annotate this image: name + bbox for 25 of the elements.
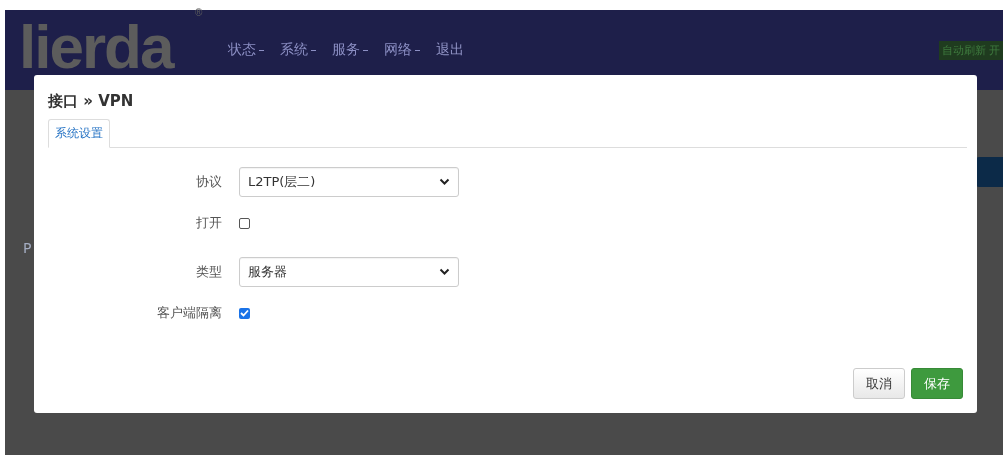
nav-menu-item[interactable]: 网络	[384, 41, 421, 59]
select-field[interactable]: L2TP(层二)	[239, 167, 459, 197]
nav-menu-item[interactable]: 系统	[280, 41, 317, 59]
caret-icon	[311, 49, 317, 51]
caret-icon	[259, 49, 265, 51]
field-label: 客户端隔离	[156, 304, 223, 322]
registered-mark: ®	[195, 7, 203, 19]
caret-icon	[363, 49, 369, 51]
select-field[interactable]: 服务器	[239, 257, 459, 287]
page-text: P	[23, 240, 32, 256]
chevron-down-icon	[439, 178, 450, 186]
caret-icon	[415, 49, 421, 51]
nav-menu-item[interactable]: 状态	[228, 41, 265, 59]
dialog-title: 接口 » VPN	[48, 92, 135, 111]
chevron-down-icon	[439, 268, 450, 276]
field-label: 类型	[195, 263, 223, 281]
save-button[interactable]: 保存	[911, 368, 963, 399]
nav-menu-item[interactable]: 服务	[332, 41, 369, 59]
checkbox[interactable]	[239, 307, 250, 319]
cancel-button[interactable]: 取消	[853, 368, 905, 399]
nav-menu-item[interactable]: 退出	[436, 41, 465, 59]
field-label: 打开	[195, 214, 223, 232]
checkbox[interactable]	[239, 217, 250, 229]
field-label: 协议	[195, 173, 223, 191]
tab[interactable]: 系统设置	[48, 119, 110, 148]
